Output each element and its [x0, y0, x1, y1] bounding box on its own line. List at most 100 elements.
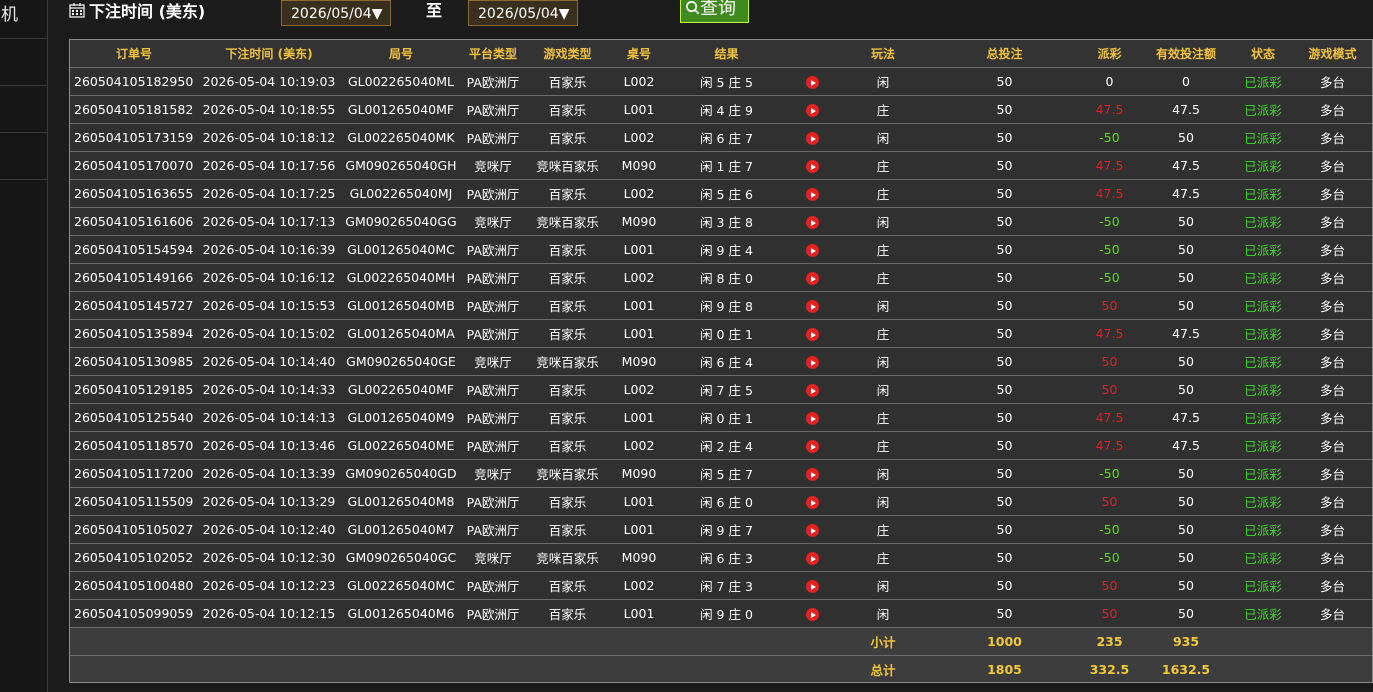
status-cell: 已派彩	[1235, 487, 1291, 516]
game-type-cell: 百家乐	[524, 403, 611, 432]
bet-time-cell: 2026-05-04 10:17:13	[198, 207, 340, 236]
play-video-icon[interactable]	[806, 608, 819, 621]
table-row: 260504105125540 2026-05-04 10:14:13 GL0012…	[70, 403, 1372, 432]
bet-type-cell: 闲	[839, 123, 927, 152]
status-cell: 已派彩	[1235, 291, 1291, 320]
column-header: 下注时间 (美东)	[198, 40, 340, 68]
platform-cell: PA欧洲厅	[462, 95, 524, 124]
sidebar-item-1[interactable]	[0, 39, 47, 86]
status-cell: 已派彩	[1235, 599, 1291, 628]
payout-cell: 50	[1082, 599, 1137, 628]
play-video-icon[interactable]	[806, 160, 819, 173]
calendar-icon	[69, 3, 85, 18]
total-bet-cell: 50	[927, 179, 1082, 208]
bet-type-cell: 闲	[839, 599, 927, 628]
date-to-select[interactable]: 2026/05/04▼	[468, 0, 578, 26]
play-video-icon[interactable]	[806, 496, 819, 509]
status-cell: 已派彩	[1235, 95, 1291, 124]
table-row: 260504105115509 2026-05-04 10:13:29 GL0012…	[70, 487, 1372, 516]
payout-cell: -50	[1082, 543, 1137, 572]
round-id-cell: GL001265040MF	[340, 95, 462, 124]
valid-bet-cell: 50	[1137, 599, 1235, 628]
bet-time-cell: 2026-05-04 10:14:40	[198, 347, 340, 376]
total-bet-cell: 50	[927, 207, 1082, 236]
subtotal-row-empty	[462, 627, 524, 656]
game-mode-cell: 多台	[1291, 123, 1372, 152]
table-row: 260504105099059 2026-05-04 10:12:15 GL0012…	[70, 599, 1372, 628]
bet-type-cell: 庄	[839, 263, 927, 292]
subtotal-row-empty	[70, 627, 198, 656]
play-video-icon[interactable]	[806, 580, 819, 593]
column-header: 游戏类型	[524, 40, 611, 68]
filter-bar: 下注时间 (美东) 2026/05/04▼ 至 2026/05/04▼ 查询	[47, 0, 1373, 38]
status-cell: 已派彩	[1235, 235, 1291, 264]
replay-cell	[786, 459, 839, 488]
valid-bet-cell: 0	[1137, 67, 1235, 96]
play-video-icon[interactable]	[806, 328, 819, 341]
bet-time-cell: 2026-05-04 10:16:12	[198, 263, 340, 292]
status-cell: 已派彩	[1235, 347, 1291, 376]
play-video-icon[interactable]	[806, 384, 819, 397]
bet-type-cell: 庄	[839, 403, 927, 432]
play-video-icon[interactable]	[806, 356, 819, 369]
play-video-icon[interactable]	[806, 244, 819, 257]
order-id-cell: 260504105129185	[70, 375, 198, 404]
play-video-icon[interactable]	[806, 188, 819, 201]
game-mode-cell: 多台	[1291, 459, 1372, 488]
game-mode-cell: 多台	[1291, 599, 1372, 628]
sidebar-item-3[interactable]	[0, 133, 47, 180]
result-cell: 闲 4 庄 9	[667, 95, 786, 124]
round-id-cell: GL001265040M6	[340, 599, 462, 628]
platform-cell: PA欧洲厅	[462, 375, 524, 404]
result-cell: 闲 9 庄 4	[667, 235, 786, 264]
order-id-cell: 260504105182950	[70, 67, 198, 96]
valid-bet-cell: 50	[1137, 291, 1235, 320]
platform-cell: PA欧洲厅	[462, 291, 524, 320]
play-video-icon[interactable]	[806, 524, 819, 537]
platform-cell: PA欧洲厅	[462, 403, 524, 432]
play-video-icon[interactable]	[806, 468, 819, 481]
order-id-cell: 260504105118570	[70, 431, 198, 460]
result-cell: 闲 9 庄 7	[667, 515, 786, 544]
play-video-icon[interactable]	[806, 216, 819, 229]
platform-cell: PA欧洲厅	[462, 123, 524, 152]
query-button[interactable]: 查询	[680, 0, 749, 23]
play-video-icon[interactable]	[806, 272, 819, 285]
platform-cell: 竞咪厅	[462, 207, 524, 236]
order-id-cell: 260504105161606	[70, 207, 198, 236]
result-cell: 闲 2 庄 4	[667, 431, 786, 460]
valid-bet-cell: 50	[1137, 263, 1235, 292]
play-video-icon[interactable]	[806, 552, 819, 565]
game-mode-cell: 多台	[1291, 179, 1372, 208]
table-row: 260504105170070 2026-05-04 10:17:56 GM0902…	[70, 151, 1372, 180]
total-row-empty	[198, 655, 340, 682]
play-video-icon[interactable]	[806, 412, 819, 425]
sidebar-item-0[interactable]: 机	[0, 0, 47, 39]
payout-cell: 50	[1082, 375, 1137, 404]
payout-cell: -50	[1082, 207, 1137, 236]
status-cell: 已派彩	[1235, 319, 1291, 348]
table-row: 260504105181582 2026-05-04 10:18:55 GL0012…	[70, 95, 1372, 124]
play-video-icon[interactable]	[806, 132, 819, 145]
game-type-cell: 百家乐	[524, 123, 611, 152]
platform-cell: PA欧洲厅	[462, 179, 524, 208]
column-header: 总投注	[927, 40, 1082, 68]
total-bet-cell: 50	[927, 123, 1082, 152]
date-from-select[interactable]: 2026/05/04▼	[281, 0, 391, 26]
play-video-icon[interactable]	[806, 440, 819, 453]
status-cell: 已派彩	[1235, 515, 1291, 544]
table-no-cell: L002	[611, 67, 667, 96]
total-row-valid: 1632.5	[1137, 655, 1235, 682]
game-type-cell: 百家乐	[524, 431, 611, 460]
bet-time-cell: 2026-05-04 10:13:39	[198, 459, 340, 488]
sidebar-item-2[interactable]	[0, 86, 47, 133]
total-row-empty	[70, 655, 198, 682]
platform-cell: 竞咪厅	[462, 459, 524, 488]
bet-time-cell: 2026-05-04 10:16:39	[198, 235, 340, 264]
play-video-icon[interactable]	[806, 300, 819, 313]
play-video-icon[interactable]	[806, 104, 819, 117]
total-row-empty	[1291, 655, 1372, 682]
order-id-cell: 260504105154594	[70, 235, 198, 264]
play-video-icon[interactable]	[806, 76, 819, 89]
result-cell: 闲 9 庄 8	[667, 291, 786, 320]
